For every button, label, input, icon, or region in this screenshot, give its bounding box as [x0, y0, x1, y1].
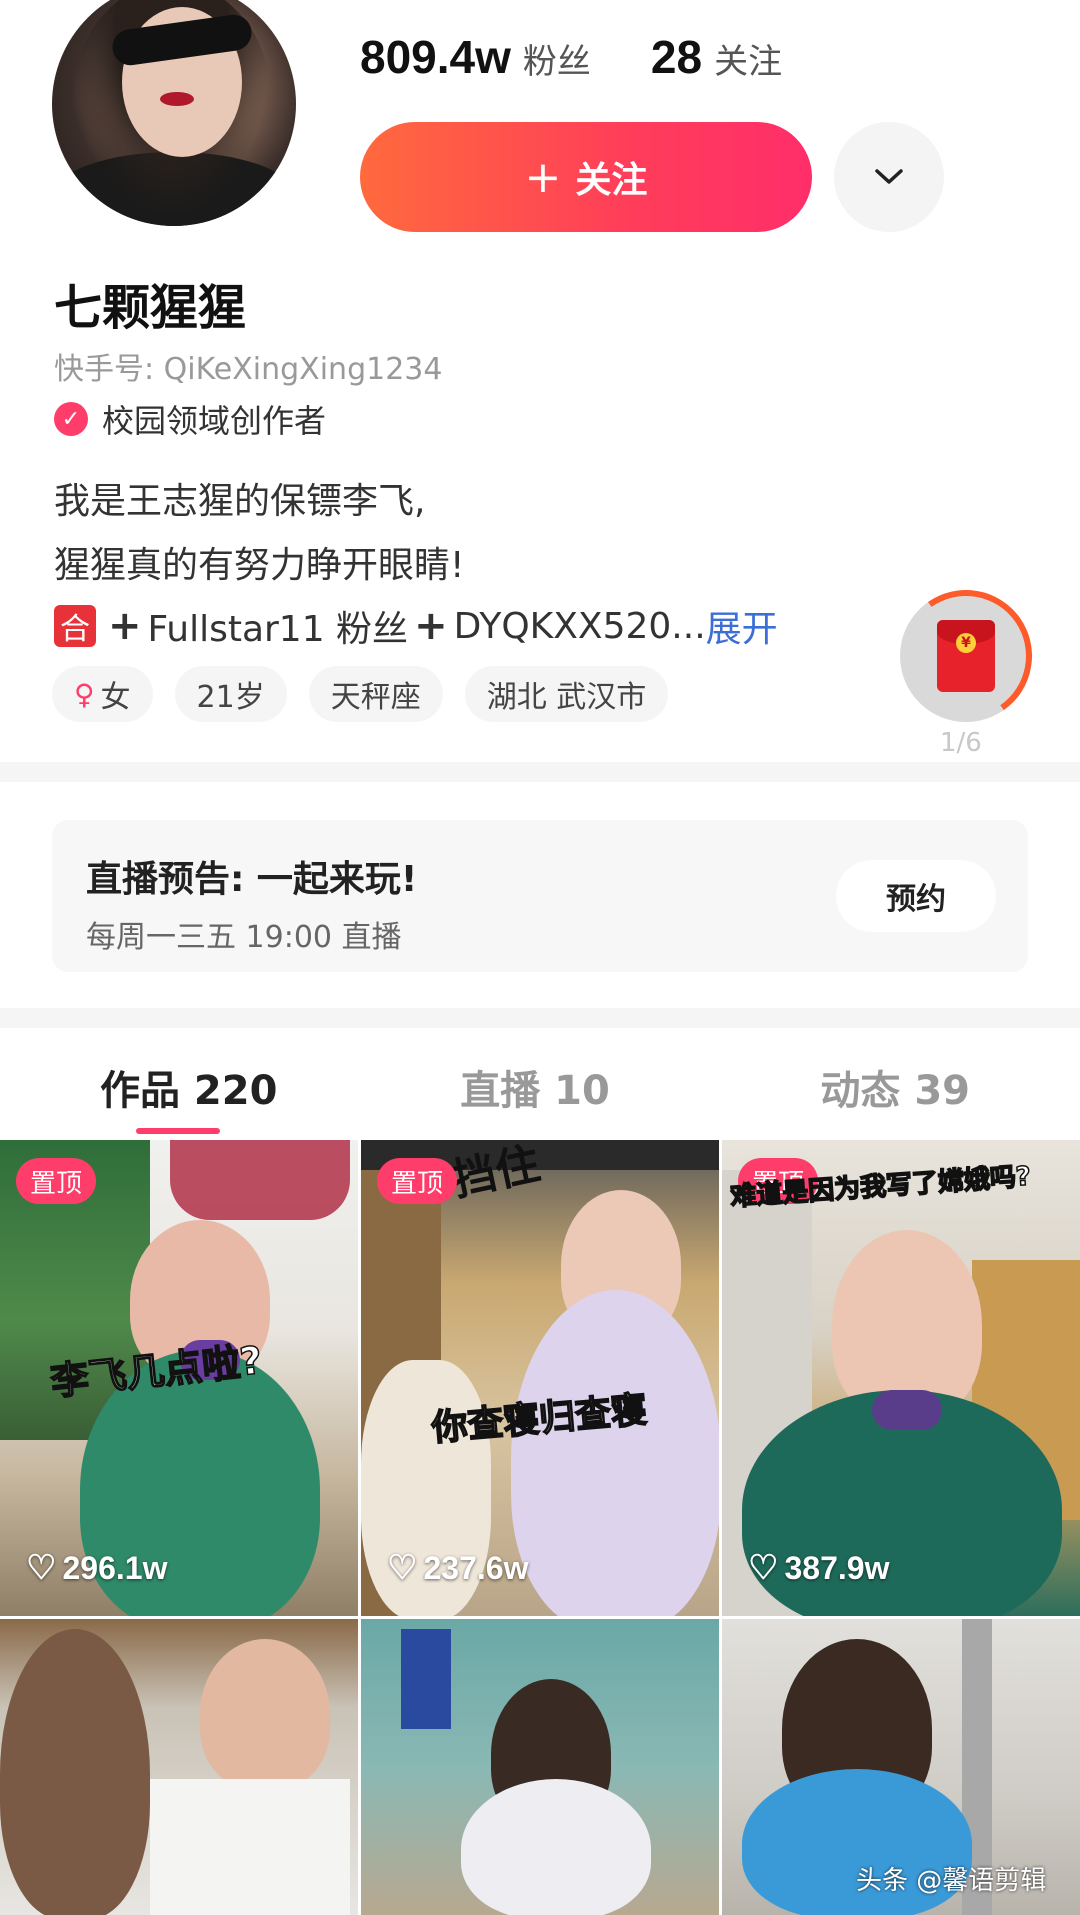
- heart-icon: ♡: [26, 1549, 57, 1587]
- follow-button[interactable]: + 关注: [360, 122, 812, 232]
- bio-line-3-text-b: DYQKXX520...: [453, 605, 706, 647]
- chevron-down-icon: [875, 169, 903, 184]
- video-likes-count: 237.6w: [423, 1549, 529, 1586]
- video-likes: ♡ 387.9w: [748, 1548, 889, 1588]
- red-packet-button[interactable]: [889, 579, 1043, 733]
- tab-works-label: 作品 220: [100, 1068, 278, 1114]
- profile-bio: 我是王志猩的保镖李飞, 猩猩真的有努力睁开眼睛!: [54, 470, 464, 598]
- bio-line-1: 我是王志猩的保镖李飞,: [54, 481, 426, 522]
- plus-emoji-icon: +: [108, 603, 142, 649]
- video-likes: ♡ 296.1w: [26, 1548, 167, 1588]
- red-packet-count: 1/6: [940, 728, 982, 758]
- tag-zodiac-label: 天秤座: [330, 680, 421, 715]
- tab-live-label: 直播 10: [460, 1068, 610, 1114]
- fans-count[interactable]: 809.4w: [360, 30, 511, 84]
- tab-live[interactable]: 直播 10: [390, 1030, 680, 1140]
- tab-moments-label: 动态 39: [820, 1068, 970, 1114]
- following-label[interactable]: 关注: [714, 34, 782, 83]
- tag-location[interactable]: 湖北 武汉市: [464, 666, 669, 722]
- female-icon: ♀: [74, 677, 95, 711]
- live-preview-title: 直播预告: 一起来玩!: [86, 859, 418, 900]
- red-envelope-icon: [937, 620, 995, 692]
- bio-expand-link[interactable]: 展开: [706, 600, 778, 652]
- reserve-button[interactable]: 预约: [836, 860, 996, 932]
- watermark: 头条 @馨语剪辑: [856, 1866, 1047, 1896]
- pinned-badge: 置顶: [16, 1158, 97, 1204]
- video-likes-count: 387.9w: [784, 1549, 890, 1586]
- heart-icon: ♡: [748, 1549, 779, 1587]
- tag-age-label: 21岁: [196, 680, 265, 715]
- follow-button-label: 关注: [575, 160, 648, 201]
- profile-uid[interactable]: 快手号: QiKeXingXing1234: [54, 344, 442, 388]
- bio-line-3-text-a: Fullstar11 粉丝: [147, 609, 409, 650]
- video-grid: 置顶 李飞几点啦? ♡ 296.1w 挡住 置顶 你查寝归查寝 ♡ 237.6w…: [0, 1140, 1080, 1915]
- video-thumbnail[interactable]: 置顶 难道是因为我写了嫦娥吗? ♡ 387.9w: [722, 1140, 1080, 1616]
- plus-emoji-icon: +: [414, 603, 448, 649]
- creator-badge-label: 校园领域创作者: [102, 402, 327, 440]
- fans-label[interactable]: 粉丝: [523, 34, 591, 83]
- live-preview-card[interactable]: 直播预告: 一起来玩! 每周一三五 19:00 直播 预约: [52, 820, 1028, 972]
- tag-zodiac: 天秤座: [308, 666, 443, 722]
- avatar[interactable]: [52, 0, 296, 226]
- tab-works[interactable]: 作品 220: [0, 1030, 390, 1140]
- video-likes-count: 296.1w: [62, 1549, 168, 1586]
- heart-icon: ♡: [387, 1549, 418, 1587]
- following-count[interactable]: 28: [651, 30, 702, 84]
- video-likes: ♡ 237.6w: [387, 1548, 528, 1588]
- tag-location-label: 湖北 武汉市: [486, 680, 647, 715]
- profile-tags: ♀ 女 21岁 天秤座 湖北 武汉市: [52, 666, 690, 722]
- profile-tabs: 作品 220 直播 10 动态 39: [0, 1030, 1080, 1140]
- video-thumbnail[interactable]: [361, 1619, 719, 1915]
- profile-name: 七颗猩猩: [54, 280, 247, 336]
- active-tab-indicator: [136, 1128, 220, 1134]
- live-preview-schedule: 每周一三五 19:00 直播: [86, 920, 402, 955]
- video-top-text: 挡住: [447, 1140, 545, 1207]
- more-options-button[interactable]: [834, 122, 944, 232]
- section-divider: [0, 1008, 1080, 1028]
- tag-gender-label: 女: [100, 680, 131, 715]
- video-thumbnail[interactable]: [0, 1619, 358, 1915]
- check-badge-icon: ✓: [54, 402, 88, 436]
- tag-age: 21岁: [174, 666, 287, 722]
- creator-badge[interactable]: ✓ 校园领域创作者: [54, 396, 326, 442]
- he-emoji-icon: 合: [54, 605, 96, 647]
- tag-gender: ♀ 女: [52, 666, 153, 722]
- tab-moments[interactable]: 动态 39: [680, 1030, 1080, 1140]
- section-divider: [0, 762, 1080, 782]
- bio-line-2: 猩猩真的有努力睁开眼睛!: [54, 545, 465, 586]
- video-thumbnail[interactable]: 挡住 置顶 你查寝归查寝 ♡ 237.6w: [361, 1140, 719, 1616]
- plus-icon: +: [524, 151, 562, 203]
- pinned-badge: 置顶: [377, 1158, 458, 1204]
- video-thumbnail[interactable]: 置顶 李飞几点啦? ♡ 296.1w: [0, 1140, 358, 1616]
- avatar-lips: [160, 92, 194, 106]
- bio-line-3: 合 + Fullstar11 粉丝 + DYQKXX520... 展开: [54, 600, 778, 652]
- profile-stats: 809.4w 粉丝 28 关注: [360, 30, 782, 100]
